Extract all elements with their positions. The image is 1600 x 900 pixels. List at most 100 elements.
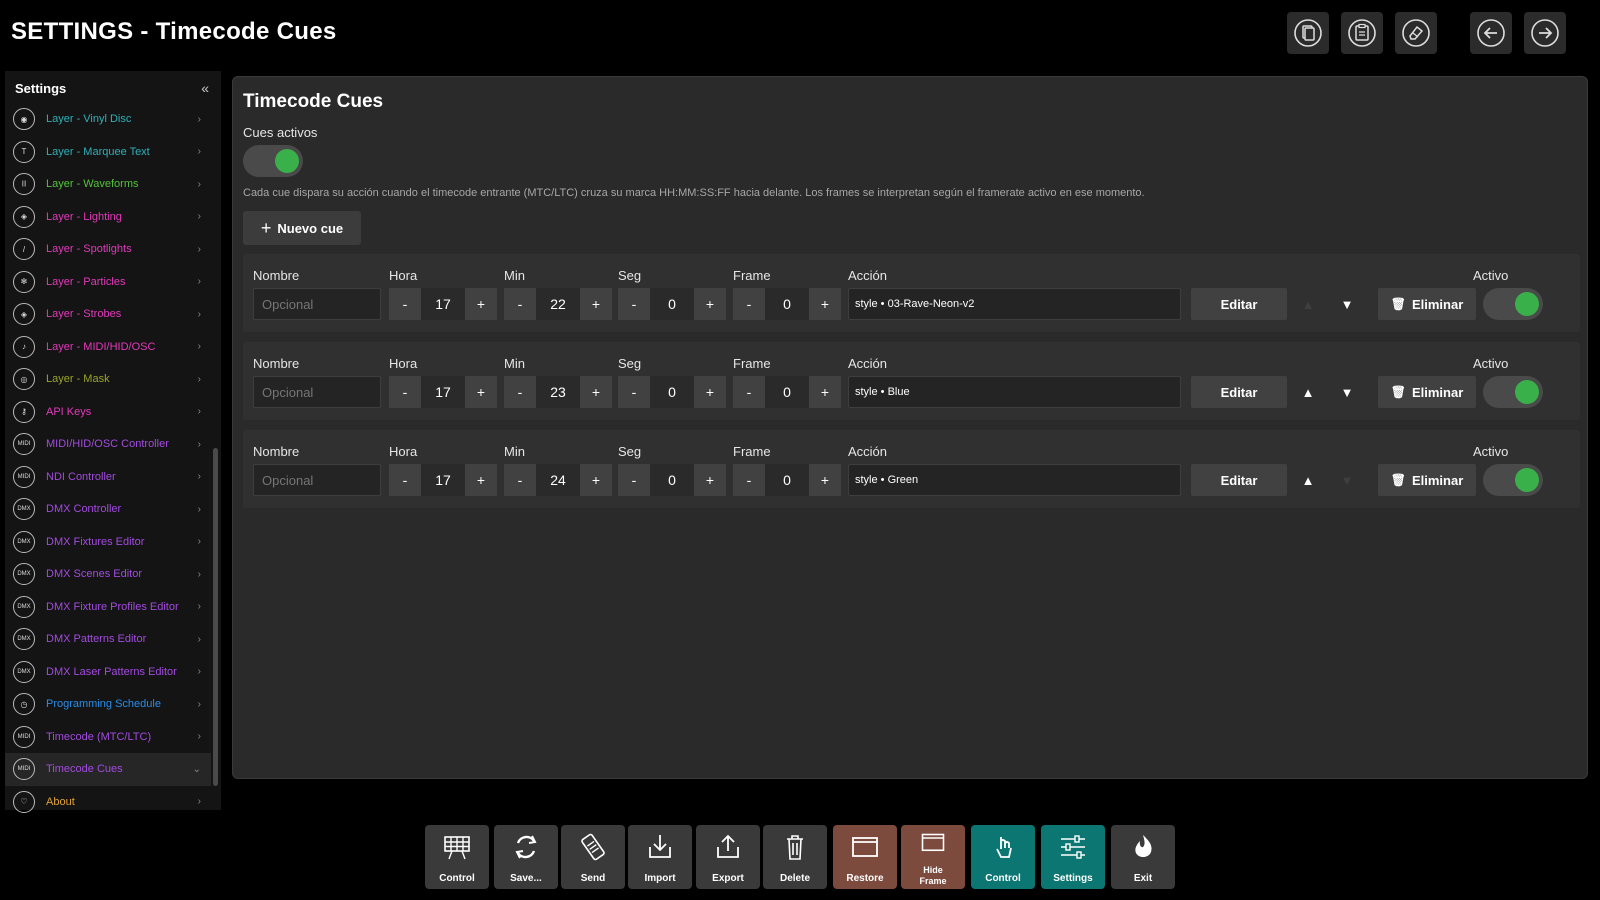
toolbar-button-control[interactable]: Control xyxy=(425,825,489,889)
decrement-button[interactable]: - xyxy=(733,376,765,408)
move-up-icon[interactable]: ▲ xyxy=(1293,464,1323,496)
decrement-button[interactable]: - xyxy=(733,288,765,320)
increment-button[interactable]: + xyxy=(694,288,726,320)
toolbar-button-send[interactable]: Send xyxy=(561,825,625,889)
back-button[interactable] xyxy=(1470,12,1512,54)
sidebar-item[interactable]: ◷ Programming Schedule › xyxy=(5,688,211,721)
increment-button[interactable]: + xyxy=(694,464,726,496)
stepper-value[interactable]: 0 xyxy=(650,464,694,496)
decrement-button[interactable]: - xyxy=(504,464,536,496)
sidebar-item[interactable]: ⚷ API Keys › xyxy=(5,396,211,429)
decrement-button[interactable]: - xyxy=(618,464,650,496)
sidebar-item[interactable]: MIDI NDI Controller › xyxy=(5,461,211,494)
increment-button[interactable]: + xyxy=(465,464,497,496)
eraser-button[interactable] xyxy=(1395,12,1437,54)
move-down-icon[interactable]: ▼ xyxy=(1332,376,1362,408)
stepper-value[interactable]: 23 xyxy=(536,376,580,408)
toolbar-button-save[interactable]: Save... xyxy=(494,825,558,889)
decrement-button[interactable]: - xyxy=(618,376,650,408)
sidebar-item[interactable]: T Layer - Marquee Text › xyxy=(5,136,211,169)
increment-button[interactable]: + xyxy=(809,288,841,320)
increment-button[interactable]: + xyxy=(580,376,612,408)
increment-button[interactable]: + xyxy=(809,464,841,496)
toolbar-button-export[interactable]: Export xyxy=(696,825,760,889)
sidebar-item[interactable]: DMX DMX Patterns Editor › xyxy=(5,623,211,656)
cue-action-field[interactable]: style • Green xyxy=(848,464,1181,496)
new-cue-button[interactable]: + Nuevo cue xyxy=(243,211,361,245)
toolbar-button-hide-frame[interactable]: Hide Frame xyxy=(901,825,965,889)
increment-button[interactable]: + xyxy=(694,376,726,408)
delete-button[interactable]: 🗑 Eliminar xyxy=(1378,376,1476,408)
toolbar-button-settings[interactable]: Settings xyxy=(1041,825,1105,889)
decrement-button[interactable]: - xyxy=(733,464,765,496)
decrement-button[interactable]: - xyxy=(389,376,421,408)
sidebar-item[interactable]: ◎ Layer - Mask › xyxy=(5,363,211,396)
sidebar-item[interactable]: ◈ Layer - Strobes › xyxy=(5,298,211,331)
edit-button[interactable]: Editar xyxy=(1191,464,1287,496)
decrement-button[interactable]: - xyxy=(504,288,536,320)
decrement-button[interactable]: - xyxy=(389,288,421,320)
stepper-value[interactable]: 17 xyxy=(421,288,465,320)
cue-name-input[interactable] xyxy=(253,288,381,320)
increment-button[interactable]: + xyxy=(809,376,841,408)
sidebar-item[interactable]: DMX DMX Fixtures Editor › xyxy=(5,526,211,559)
increment-button[interactable]: + xyxy=(580,288,612,320)
chevron-right-icon: › xyxy=(197,243,201,255)
decrement-button[interactable]: - xyxy=(504,376,536,408)
chevron-right-icon: › xyxy=(197,666,201,678)
sidebar-item[interactable]: MIDI Timecode (MTC/LTC) › xyxy=(5,721,211,754)
stepper-value[interactable]: 22 xyxy=(536,288,580,320)
cue-active-toggle[interactable] xyxy=(1483,464,1543,496)
cue-action-field[interactable]: style • Blue xyxy=(848,376,1181,408)
sidebar-item[interactable]: ✻ Layer - Particles › xyxy=(5,266,211,299)
sidebar-item[interactable]: MIDI MIDI/HID/OSC Controller › xyxy=(5,428,211,461)
sidebar-item[interactable]: ◈ Layer - Lighting › xyxy=(5,201,211,234)
stepper-value[interactable]: 17 xyxy=(421,464,465,496)
sidebar-item[interactable]: ||| Layer - Waveforms › xyxy=(5,168,211,201)
increment-button[interactable]: + xyxy=(465,288,497,320)
sidebar-item[interactable]: ♡ About › xyxy=(5,786,211,819)
decrement-button[interactable]: - xyxy=(618,288,650,320)
sidebar-item[interactable]: DMX DMX Controller › xyxy=(5,493,211,526)
stepper-value[interactable]: 17 xyxy=(421,376,465,408)
cue-active-toggle[interactable] xyxy=(1483,376,1543,408)
cue-name-input[interactable] xyxy=(253,464,381,496)
paste-button[interactable] xyxy=(1341,12,1383,54)
increment-button[interactable]: + xyxy=(580,464,612,496)
sidebar-item[interactable]: MIDI Timecode Cues ⌄ xyxy=(5,753,211,786)
stepper-value[interactable]: 0 xyxy=(650,288,694,320)
collapse-sidebar-icon[interactable]: « xyxy=(201,80,209,96)
forward-button[interactable] xyxy=(1524,12,1566,54)
sidebar-item[interactable]: ◉ Layer - Vinyl Disc › xyxy=(5,103,211,136)
stepper-value[interactable]: 0 xyxy=(650,376,694,408)
cue-active-toggle[interactable] xyxy=(1483,288,1543,320)
sidebar-item[interactable]: ♪ Layer - MIDI/HID/OSC › xyxy=(5,331,211,364)
stepper-value[interactable]: 0 xyxy=(765,464,809,496)
decrement-button[interactable]: - xyxy=(389,464,421,496)
edit-button[interactable]: Editar xyxy=(1191,376,1287,408)
toolbar-button-control[interactable]: Control xyxy=(971,825,1035,889)
sidebar-item[interactable]: DMX DMX Fixture Profiles Editor › xyxy=(5,591,211,624)
sidebar-item[interactable]: DMX DMX Scenes Editor › xyxy=(5,558,211,591)
toolbar-button-delete[interactable]: Delete xyxy=(763,825,827,889)
move-down-icon[interactable]: ▼ xyxy=(1332,288,1362,320)
stepper-value[interactable]: 0 xyxy=(765,376,809,408)
increment-button[interactable]: + xyxy=(465,376,497,408)
edit-button[interactable]: Editar xyxy=(1191,288,1287,320)
sidebar-scrollbar[interactable] xyxy=(213,448,218,786)
toolbar-button-exit[interactable]: Exit xyxy=(1111,825,1175,889)
move-up-icon[interactable]: ▲ xyxy=(1293,376,1323,408)
cue-name-input[interactable] xyxy=(253,376,381,408)
toolbar-button-restore[interactable]: Restore xyxy=(833,825,897,889)
delete-button[interactable]: 🗑 Eliminar xyxy=(1378,464,1476,496)
delete-button[interactable]: 🗑 Eliminar xyxy=(1378,288,1476,320)
copy-button[interactable] xyxy=(1287,12,1329,54)
sidebar-item[interactable]: DMX DMX Laser Patterns Editor › xyxy=(5,656,211,689)
stepper-value[interactable]: 24 xyxy=(536,464,580,496)
sidebar-item[interactable]: / Layer - Spotlights › xyxy=(5,233,211,266)
stepper-value[interactable]: 0 xyxy=(765,288,809,320)
sidebar-item-icon: MIDI xyxy=(13,465,35,488)
cues-active-toggle[interactable] xyxy=(243,145,303,177)
toolbar-button-import[interactable]: Import xyxy=(628,825,692,889)
cue-action-field[interactable]: style • 03-Rave-Neon-v2 xyxy=(848,288,1181,320)
